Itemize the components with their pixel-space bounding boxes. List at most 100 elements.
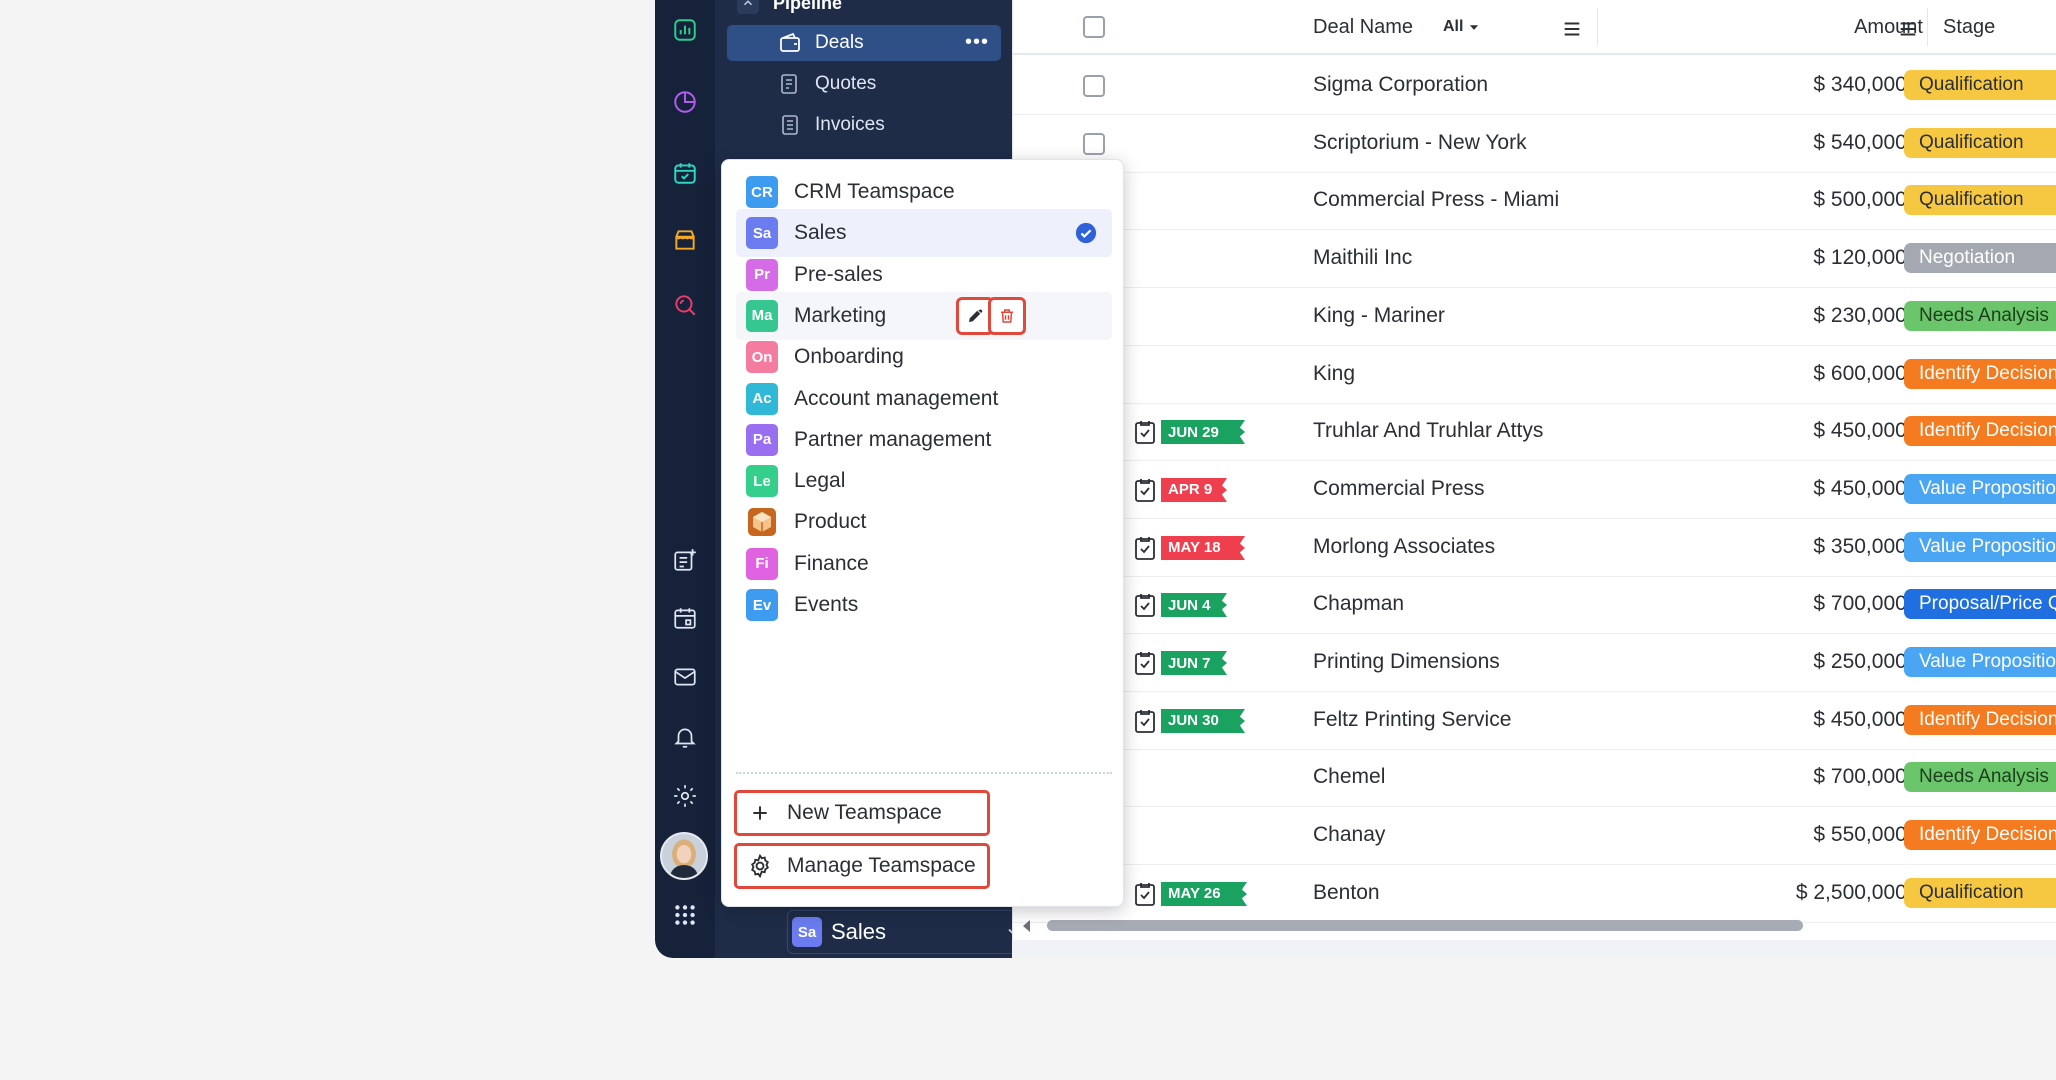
stage-badge[interactable]: Identify Decision Makers xyxy=(1904,416,2056,447)
calendar-icon[interactable] xyxy=(670,603,700,633)
activities-icon[interactable] xyxy=(670,158,700,188)
deal-name-link[interactable]: Commercial Press xyxy=(1313,477,1485,501)
chevron-up-icon[interactable] xyxy=(737,0,759,14)
pipeline-title: Pipeline xyxy=(773,0,843,13)
new-teamspace-button[interactable]: New Teamspace xyxy=(734,790,990,836)
deal-name-link[interactable]: King - Mariner xyxy=(1313,304,1445,328)
nav-item-label: Quotes xyxy=(815,73,877,94)
flag-tail xyxy=(1231,708,1245,733)
teamspace-switcher[interactable]: Sa Sales xyxy=(787,910,1039,954)
task-check-icon[interactable] xyxy=(1133,881,1157,907)
table-row[interactable]: King - Mariner $ 230,000.00 Needs Analysis xyxy=(1013,288,2056,346)
stage-badge[interactable]: Negotiation xyxy=(1904,243,2056,274)
due-date-flag: JUN 29 xyxy=(1161,420,1245,445)
teamspace-item-onboarding[interactable]: On Onboarding xyxy=(736,333,1112,381)
scrollbar-thumb[interactable] xyxy=(1047,920,1803,931)
table-row[interactable]: JUN 30 Feltz Printing Service $ 450,000.00… xyxy=(1013,692,2056,750)
deal-name-link[interactable]: Chemel xyxy=(1313,765,1385,789)
stage-badge[interactable]: Identify Decision Makers xyxy=(1904,820,2056,851)
deal-name-link[interactable]: Sigma Corporation xyxy=(1313,73,1488,97)
stage-badge[interactable]: Needs Analysis xyxy=(1904,300,2056,331)
stage-badge[interactable]: Identify Decision Makers xyxy=(1904,704,2056,735)
table-row[interactable]: JUN 7 Printing Dimensions $ 250,000.00 Valu… xyxy=(1013,634,2056,692)
stage-badge[interactable]: Needs Analysis xyxy=(1904,762,2056,793)
manage-teamspace-button[interactable]: Manage Teamspace xyxy=(734,843,990,889)
teamspace-item-events[interactable]: Ev Events xyxy=(736,581,1112,629)
search-insights-icon[interactable] xyxy=(670,290,700,320)
task-check-icon[interactable] xyxy=(1133,650,1157,676)
task-check-icon[interactable] xyxy=(1133,592,1157,618)
check-circle-icon xyxy=(1075,222,1097,244)
task-check-icon[interactable] xyxy=(1133,535,1157,561)
row-checkbox[interactable] xyxy=(1083,132,1105,155)
delete-teamspace-button[interactable] xyxy=(988,296,1026,335)
table-row[interactable]: JUN 29 Truhlar And Truhlar Attys $ 450,000… xyxy=(1013,403,2056,462)
table-row[interactable]: MAY 26 Benton $ 2,500,000.00 Qualification xyxy=(1013,865,2056,923)
deal-name-link[interactable]: King xyxy=(1313,362,1355,386)
table-row[interactable]: Maithili Inc $ 120,000.00 Negotiation xyxy=(1013,230,2056,289)
deal-name-link[interactable]: Commercial Press - Miami xyxy=(1313,188,1559,212)
new-record-icon[interactable] xyxy=(670,545,700,575)
deal-name-link[interactable]: Scriptorium - New York xyxy=(1313,131,1527,155)
flag-tail xyxy=(1213,477,1227,502)
table-row[interactable]: APR 9 Commercial Press $ 450,000.00 Value P… xyxy=(1013,461,2056,519)
apps-grid-icon[interactable] xyxy=(670,900,700,930)
stage-badge[interactable]: Value Proposition xyxy=(1904,531,2056,562)
column-menu-icon[interactable] xyxy=(1561,18,1583,46)
teamspace-label: Marketing xyxy=(794,303,887,327)
store-icon[interactable] xyxy=(670,225,700,255)
table-row[interactable]: JUN 4 Chapman $ 700,000.00 Proposal/Price Q… xyxy=(1013,576,2056,635)
task-check-icon[interactable] xyxy=(1133,708,1157,734)
deal-name-link[interactable]: Feltz Printing Service xyxy=(1313,708,1511,732)
stage-badge[interactable]: Qualification xyxy=(1904,70,2056,100)
deal-name-link[interactable]: Truhlar And Truhlar Attys xyxy=(1313,419,1543,443)
stage-badge[interactable]: Value Proposition xyxy=(1904,473,2056,504)
deal-name-link[interactable]: Morlong Associates xyxy=(1313,535,1495,559)
column-deal-name[interactable]: Deal Name xyxy=(1313,16,1413,39)
table-row[interactable]: Scriptorium - New York $ 540,000.00 Qualif… xyxy=(1013,115,2056,173)
stage-badge[interactable]: Proposal/Price Quote xyxy=(1904,589,2056,620)
table-row[interactable]: Sigma Corporation $ 340,000.00 Qualificati… xyxy=(1013,57,2056,115)
pencil-icon xyxy=(969,309,983,322)
deal-name-link[interactable]: Chanay xyxy=(1313,823,1385,847)
table-row[interactable]: MAY 18 Morlong Associates $ 350,000.00 Valu… xyxy=(1013,519,2056,577)
stage-badge[interactable]: Identify Decision Makers xyxy=(1904,358,2056,389)
stage-badge[interactable]: Qualification xyxy=(1904,877,2056,908)
more-options-icon[interactable]: ••• xyxy=(965,31,989,54)
task-check-icon[interactable] xyxy=(1133,477,1157,503)
horizontal-scrollbar[interactable] xyxy=(1023,916,2053,934)
mail-icon[interactable] xyxy=(670,662,700,692)
task-check-icon[interactable] xyxy=(1133,419,1157,445)
analytics-icon[interactable] xyxy=(670,15,700,45)
bell-icon[interactable] xyxy=(670,722,700,752)
teamspace-badge: On xyxy=(746,341,778,374)
stage-badge[interactable]: Value Proposition xyxy=(1904,647,2056,677)
deal-name-link[interactable]: Chapman xyxy=(1313,592,1404,616)
reports-icon[interactable] xyxy=(670,87,700,117)
deal-name-link[interactable]: Maithili Inc xyxy=(1313,246,1412,270)
gear-icon[interactable] xyxy=(670,781,700,811)
nav-item-quotes[interactable]: Quotes xyxy=(727,66,1001,102)
deal-name-link[interactable]: Printing Dimensions xyxy=(1313,650,1500,674)
pipeline-section[interactable]: Pipeline xyxy=(737,0,842,14)
stage-badge[interactable]: Qualification xyxy=(1904,127,2056,158)
column-menu-icon[interactable] xyxy=(1897,18,1919,46)
avatar[interactable] xyxy=(660,832,708,880)
stage-badge[interactable]: Qualification xyxy=(1904,185,2056,216)
teamspace-badge: Le xyxy=(746,465,778,498)
scroll-left-icon[interactable] xyxy=(1023,920,1030,932)
select-all-checkbox[interactable] xyxy=(1083,16,1105,38)
nav-item-deals[interactable]: Deals ••• xyxy=(727,25,1001,61)
table-row[interactable]: Chanay$ 550,000.00Identify Decision Make… xyxy=(1013,807,2056,866)
table-row[interactable]: King$ 600,000.00Identify Decision Makers xyxy=(1013,346,2056,404)
deal-name-link[interactable]: Benton xyxy=(1313,881,1380,905)
column-stage[interactable]: Stage xyxy=(1943,16,1995,39)
filter-dropdown[interactable]: All xyxy=(1443,18,1481,36)
table-row[interactable]: Chemel $ 700,000.00 Needs Analysis xyxy=(1013,749,2056,808)
due-date-label: JUN 4 xyxy=(1168,596,1211,614)
row-checkbox[interactable] xyxy=(1083,75,1105,97)
due-date-flag: JUN 30 xyxy=(1161,708,1245,733)
invoice-icon xyxy=(777,112,803,138)
table-row[interactable]: Commercial Press - Miami $ 500,000.00 Qual… xyxy=(1013,172,2056,231)
nav-item-invoices[interactable]: Invoices xyxy=(727,107,1001,143)
